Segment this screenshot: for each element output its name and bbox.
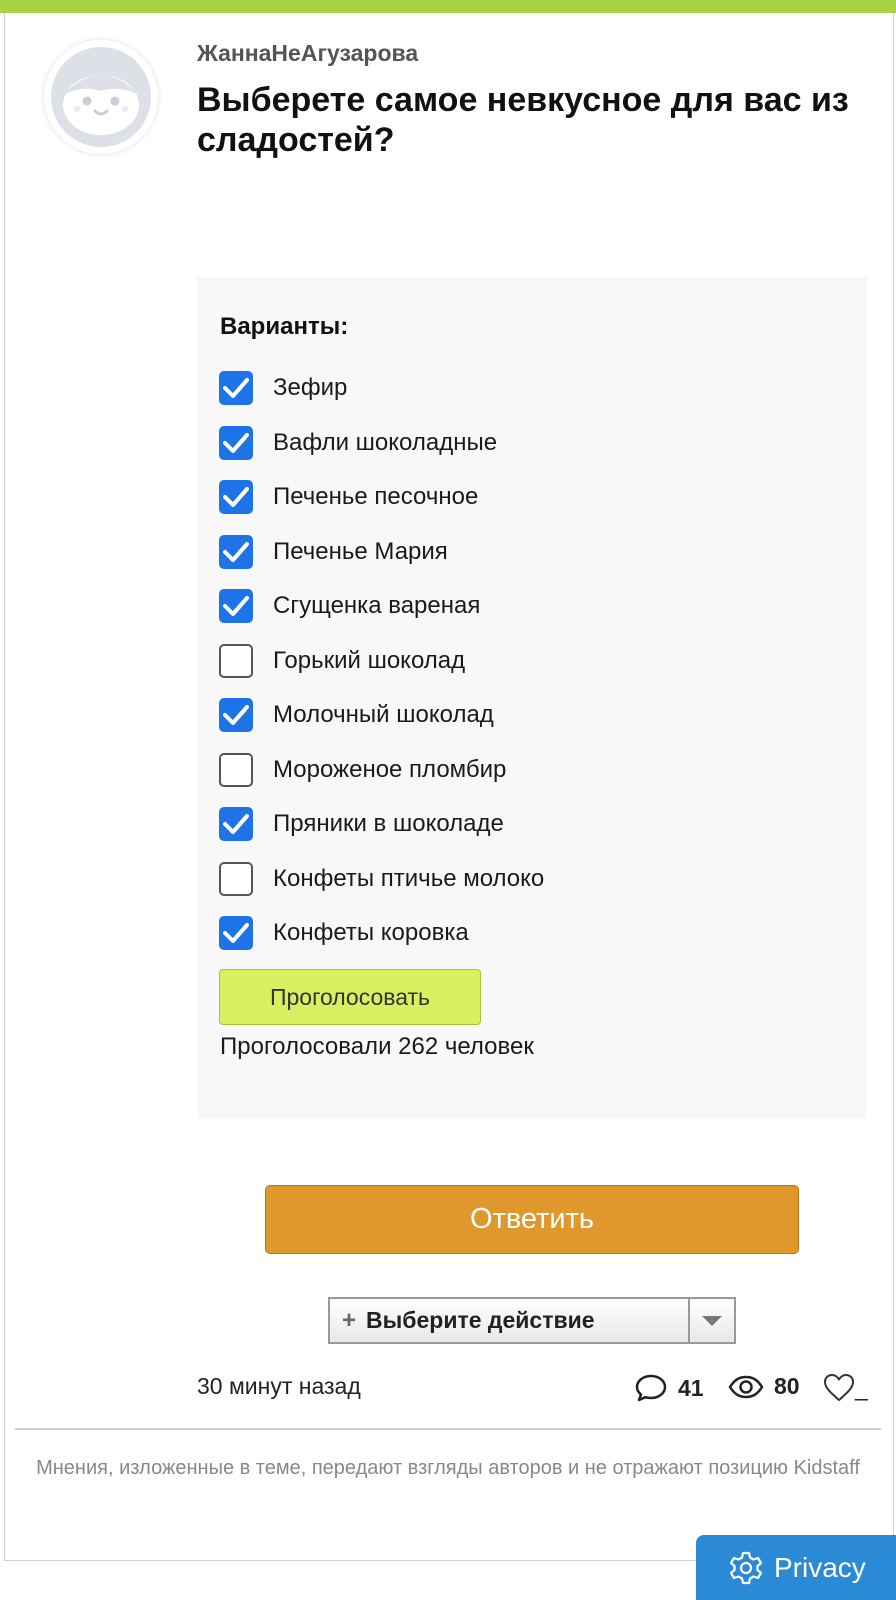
checkmark-icon [223,596,249,617]
checkbox[interactable] [219,916,253,951]
poll-option[interactable]: Печенье песочное [219,470,544,525]
action-select[interactable]: + Выберите действие [328,1297,736,1344]
privacy-button[interactable]: Privacy [696,1535,896,1600]
disclaimer-text: Мнения, изложенные в теме, передают взгл… [36,1457,860,1479]
avatar[interactable] [44,40,158,154]
vote-button[interactable]: Проголосовать [219,969,481,1025]
option-label: Молочный шоколад [273,701,494,729]
views-count: 80 [774,1373,800,1399]
comment-icon [635,1374,667,1402]
option-label: Зефир [273,374,348,402]
checkbox[interactable] [219,480,253,515]
poll-option[interactable]: Конфеты птичье молоко [219,852,544,907]
author-name[interactable]: ЖаннаНеАгузарова [197,40,418,67]
top-accent-bar [0,0,896,13]
poll-option[interactable]: Молочный шоколад [219,688,544,743]
checkbox[interactable] [219,752,253,787]
chevron-down-icon [702,1315,722,1326]
option-label: Горький шоколад [273,646,466,674]
penguin-avatar-icon [51,47,151,147]
action-select-label: Выберите действие [366,1307,595,1333]
poll-option[interactable]: Зефир [219,361,544,416]
likes-stat[interactable]: _ [823,1373,868,1403]
vote-count: Проголосовали 262 человек [220,1033,534,1060]
privacy-label: Privacy [774,1551,866,1583]
comments-stat[interactable]: 41 [634,1373,704,1403]
checkbox[interactable] [219,425,253,460]
likes-count: _ [855,1374,868,1401]
option-label: Конфеты коровка [273,919,469,947]
checkbox[interactable] [219,589,253,624]
poll-box: Варианты: Зефир Вафли шоколадные Печенье… [197,277,867,1119]
option-label: Мороженое пломбир [273,755,507,783]
option-label: Печенье песочное [273,483,479,511]
poll-option[interactable]: Сгущенка вареная [219,579,544,634]
checkmark-icon [223,814,249,835]
poll-option[interactable]: Вафли шоколадные [219,416,544,471]
reply-button[interactable]: Ответить [265,1185,799,1254]
checkmark-icon [223,923,249,944]
checkbox[interactable] [219,861,253,896]
checkbox[interactable] [219,643,253,678]
poll-option[interactable]: Конфеты коровка [219,906,544,961]
poll-option[interactable]: Мороженое пломбир [219,743,544,798]
checkbox[interactable] [219,534,253,569]
option-label: Вафли шоколадные [273,428,498,456]
option-label: Печенье Мария [273,537,448,565]
poll-option[interactable]: Печенье Мария [219,525,544,580]
poll-option[interactable]: Горький шоколад [219,634,544,689]
post-time: 30 минут назад [197,1373,361,1399]
eye-icon [728,1375,764,1398]
poll-options: Зефир Вафли шоколадные Печенье песочное … [219,361,544,961]
post-title: Выберете самое невкусное для вас из слад… [197,81,849,159]
checkmark-icon [223,705,249,726]
gear-icon [729,1551,763,1584]
checkbox[interactable] [219,807,253,842]
dropdown-arrow[interactable] [688,1299,734,1342]
checkmark-icon [223,487,249,508]
poll-option[interactable]: Пряники в шоколаде [219,797,544,852]
plus-icon: + [342,1306,357,1334]
checkbox[interactable] [219,698,253,733]
checkmark-icon [223,378,249,399]
comments-count: 41 [678,1374,704,1401]
action-select-main[interactable]: + Выберите действие [330,1299,688,1342]
checkmark-icon [223,432,249,453]
checkbox[interactable] [219,371,253,406]
checkmark-icon [223,541,249,562]
option-label: Сгущенка вареная [273,592,481,620]
divider [15,1428,881,1430]
heart-icon[interactable] [823,1373,855,1403]
poll-heading: Варианты: [220,313,349,340]
option-label: Пряники в шоколаде [273,810,504,838]
option-label: Конфеты птичье молоко [273,864,545,892]
views-stat: 80 [728,1373,800,1400]
